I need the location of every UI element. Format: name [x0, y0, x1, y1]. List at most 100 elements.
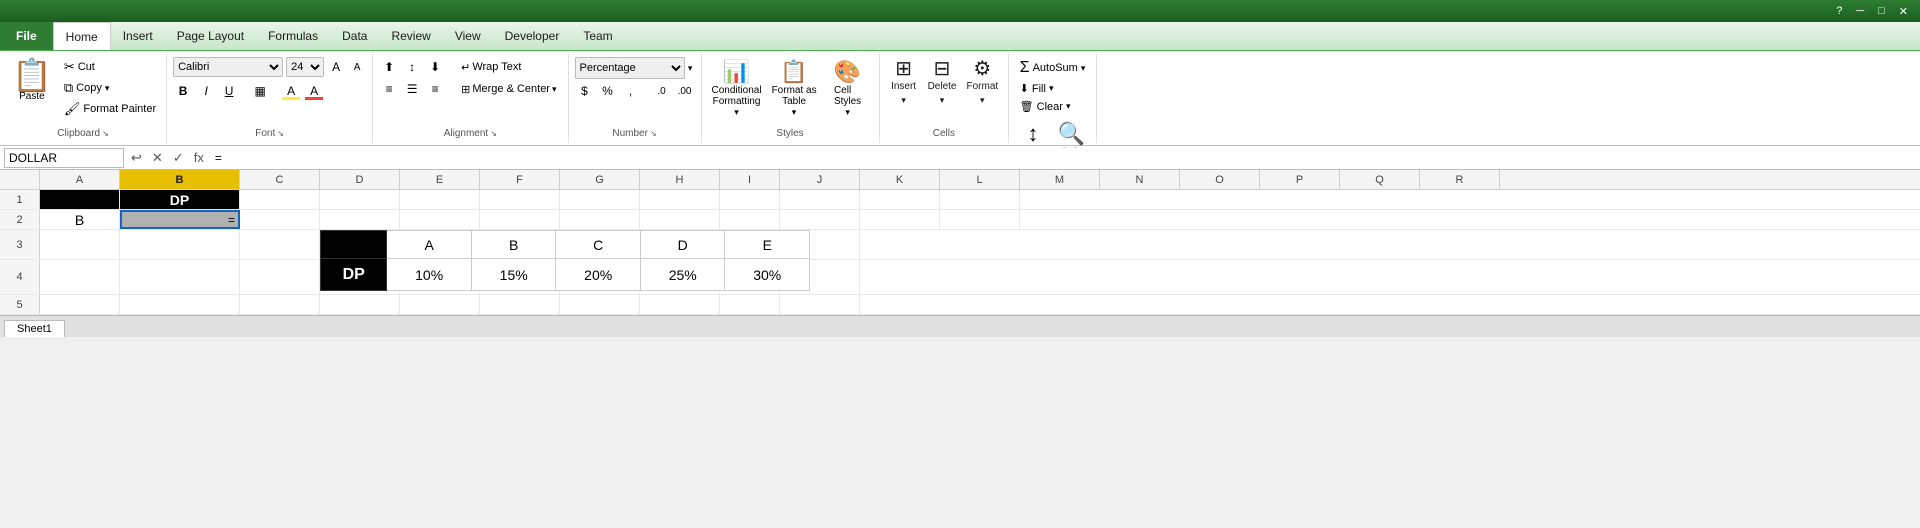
col-header-A[interactable]: A — [40, 170, 120, 189]
col-header-R[interactable]: R — [1420, 170, 1500, 189]
tab-data[interactable]: Data — [330, 22, 379, 50]
cell-C5[interactable] — [240, 295, 320, 314]
font-color-button[interactable]: A — [304, 81, 324, 101]
tab-file[interactable]: File — [0, 22, 53, 50]
cut-button[interactable]: ✂ Cut — [60, 57, 160, 77]
cell-styles-dropdown[interactable]: ▾ — [845, 107, 850, 118]
font-expand-icon[interactable]: ↘ — [277, 129, 284, 138]
cell-E2[interactable] — [400, 210, 480, 229]
col-header-D[interactable]: D — [320, 170, 400, 189]
clear-button[interactable]: 🗑 Clear ▾ — [1016, 98, 1075, 115]
cell-J1[interactable] — [780, 190, 860, 209]
align-left-button[interactable]: ≡ — [379, 79, 399, 99]
cell-G1[interactable] — [560, 190, 640, 209]
format-button[interactable]: ⚙ Format ▾ — [962, 57, 1002, 108]
cell-D2[interactable] — [320, 210, 400, 229]
cell-G5[interactable] — [560, 295, 640, 314]
insert-button[interactable]: ⊞ Insert ▾ — [886, 57, 922, 108]
col-header-Q[interactable]: Q — [1340, 170, 1420, 189]
tab-developer[interactable]: Developer — [493, 22, 572, 50]
wrap-text-button[interactable]: ↵ Wrap Text — [456, 58, 526, 77]
autosum-button[interactable]: Σ AutoSum ▾ — [1016, 57, 1090, 79]
cell-D5[interactable] — [320, 295, 400, 314]
cell-G2[interactable] — [560, 210, 640, 229]
fill-color-button[interactable]: A — [281, 81, 301, 101]
bold-button[interactable]: B — [173, 81, 193, 101]
tab-formulas[interactable]: Formulas — [256, 22, 330, 50]
row-header-3[interactable]: 3 — [0, 230, 40, 259]
percent-button[interactable]: % — [598, 81, 618, 101]
cell-E5[interactable] — [400, 295, 480, 314]
paste-button[interactable]: 📋 Paste — [6, 57, 58, 104]
cell-H2[interactable] — [640, 210, 720, 229]
cell-A5[interactable] — [40, 295, 120, 314]
delete-button[interactable]: ⊟ Delete ▾ — [924, 57, 961, 108]
col-header-F[interactable]: F — [480, 170, 560, 189]
bottom-align-button[interactable]: ⬇ — [425, 57, 445, 77]
cell-J2[interactable] — [780, 210, 860, 229]
number-format-dropdown[interactable]: ▾ — [688, 63, 693, 73]
cell-H1[interactable] — [640, 190, 720, 209]
conditional-formatting-button[interactable]: 📊 ConditionalFormatting ▾ — [708, 57, 766, 120]
sheet-tab-1[interactable]: Sheet1 — [4, 320, 65, 337]
tab-review[interactable]: Review — [379, 22, 442, 50]
cancel-button[interactable]: ✕ — [149, 150, 166, 166]
fill-dropdown[interactable]: ▾ — [1049, 83, 1054, 94]
autosum-dropdown[interactable]: ▾ — [1081, 63, 1086, 74]
insert-dropdown[interactable]: ▾ — [901, 95, 906, 106]
cell-A3[interactable] — [40, 230, 120, 259]
col-header-E[interactable]: E — [400, 170, 480, 189]
copy-dropdown-icon[interactable]: ▾ — [105, 83, 110, 94]
cell-B2[interactable]: = — [120, 210, 240, 229]
cell-K1[interactable] — [860, 190, 940, 209]
table-data-10[interactable]: 10% — [387, 259, 472, 291]
table-header-A[interactable]: A — [387, 231, 472, 259]
table-header-empty[interactable] — [321, 231, 387, 259]
decimal-increase-button[interactable]: .0 — [652, 81, 672, 101]
cell-B1[interactable]: DP — [120, 190, 240, 209]
tab-page-layout[interactable]: Page Layout — [165, 22, 256, 50]
italic-button[interactable]: I — [196, 81, 216, 101]
cell-A1[interactable] — [40, 190, 120, 209]
minimize-icon[interactable]: ─ — [1852, 4, 1868, 19]
format-painter-button[interactable]: 🖌 Format Painter — [60, 99, 160, 119]
col-header-G[interactable]: G — [560, 170, 640, 189]
question-icon[interactable]: ? — [1832, 4, 1846, 19]
merge-center-button[interactable]: ⊞ Merge & Center ▾ — [456, 80, 561, 99]
clipboard-expand-icon[interactable]: ↘ — [102, 129, 109, 138]
cell-H5[interactable] — [640, 295, 720, 314]
font-size-increase-button[interactable]: A — [327, 58, 345, 76]
close-icon[interactable]: ✕ — [1895, 4, 1912, 19]
table-header-D[interactable]: D — [640, 231, 725, 259]
cell-D3[interactable]: A B C D E DP 10% 15% 20% 25% 30% — [320, 230, 400, 259]
table-data-25[interactable]: 25% — [640, 259, 725, 291]
table-data-20[interactable]: 20% — [556, 259, 641, 291]
clear-dropdown[interactable]: ▾ — [1066, 101, 1071, 112]
number-format-select[interactable]: Percentage — [575, 57, 685, 79]
table-dp-cell[interactable]: DP — [321, 259, 387, 291]
table-header-E[interactable]: E — [725, 231, 810, 259]
decimal-decrease-button[interactable]: .00 — [675, 81, 695, 101]
cell-styles-button[interactable]: 🎨 CellStyles ▾ — [823, 57, 873, 120]
tab-home[interactable]: Home — [53, 22, 111, 50]
col-header-J[interactable]: J — [780, 170, 860, 189]
alignment-expand-icon[interactable]: ↘ — [490, 129, 497, 138]
cell-D1[interactable] — [320, 190, 400, 209]
col-header-K[interactable]: K — [860, 170, 940, 189]
font-size-decrease-button[interactable]: A — [348, 58, 366, 76]
fill-button[interactable]: ⬇ Fill ▾ — [1016, 80, 1058, 97]
col-header-O[interactable]: O — [1180, 170, 1260, 189]
row-header-1[interactable]: 1 — [0, 190, 40, 209]
col-header-L[interactable]: L — [940, 170, 1020, 189]
cell-E1[interactable] — [400, 190, 480, 209]
cell-F2[interactable] — [480, 210, 560, 229]
font-name-select[interactable]: Calibri — [173, 57, 283, 77]
top-align-button[interactable]: ⬆ — [379, 57, 399, 77]
row-header-4[interactable]: 4 — [0, 260, 40, 294]
table-header-B[interactable]: B — [471, 231, 556, 259]
cell-I1[interactable] — [720, 190, 780, 209]
cell-F5[interactable] — [480, 295, 560, 314]
confirm-button[interactable]: ✓ — [170, 150, 187, 166]
delete-dropdown[interactable]: ▾ — [940, 95, 945, 106]
table-header-C[interactable]: C — [556, 231, 641, 259]
